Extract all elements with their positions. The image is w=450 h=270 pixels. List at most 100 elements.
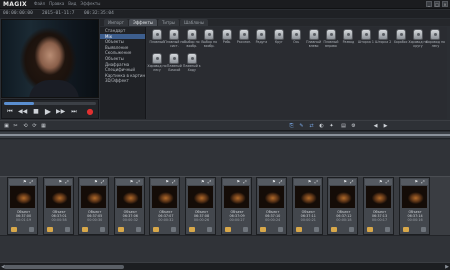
clip-header-icons[interactable]: ⚑ ⤢ bbox=[258, 179, 286, 185]
preview-scrubber[interactable] bbox=[4, 102, 96, 105]
clip-effect-badge-icon[interactable] bbox=[331, 227, 338, 232]
scroll-thumb[interactable] bbox=[4, 265, 124, 269]
toolbar-tool-icon[interactable]: ⟲ bbox=[22, 123, 29, 130]
clip-settings-icon[interactable] bbox=[29, 227, 34, 232]
menu-item-effects[interactable]: Эффекты bbox=[80, 1, 100, 6]
clip-settings-icon[interactable] bbox=[278, 227, 284, 232]
rewind-button[interactable]: ◀◀ bbox=[18, 108, 27, 116]
tab-templates[interactable]: Шаблоны bbox=[180, 19, 209, 26]
tab-titles[interactable]: Титры bbox=[157, 19, 180, 26]
clip-settings-icon[interactable] bbox=[420, 227, 426, 232]
clip-settings-icon[interactable] bbox=[313, 227, 319, 232]
clip-effect-badge-icon[interactable] bbox=[11, 227, 17, 232]
effect-tile[interactable]: Плавный Бочкой bbox=[166, 52, 182, 74]
clip-settings-icon[interactable] bbox=[171, 227, 177, 232]
minimize-button[interactable]: _ bbox=[426, 1, 432, 7]
toolbar-tool-icon[interactable]: ◐ bbox=[318, 123, 325, 130]
storyboard-clip[interactable]: ⚑ ⤢ Объект 06:37:09 00:00:27 bbox=[220, 177, 252, 235]
effect-tile[interactable]: Развод bbox=[340, 28, 356, 50]
storyboard-clip[interactable]: ⚑ ⤢ Объект 06:37:05 00:00:30 bbox=[78, 177, 110, 235]
storyboard-clip[interactable]: ⚑ ⤢ Объект 06:37:06 00:00:32 bbox=[113, 177, 145, 235]
close-button[interactable]: × bbox=[442, 1, 448, 7]
toolbar-tool-icon[interactable]: ✂ bbox=[12, 123, 19, 130]
timeline-ruler[interactable] bbox=[0, 132, 450, 139]
effect-tile[interactable]: Выбор по вхобр. bbox=[184, 28, 200, 50]
effect-tile[interactable]: Радуга bbox=[253, 28, 269, 50]
tab-effects[interactable]: Эффекты bbox=[128, 19, 157, 26]
clip-header-icons[interactable]: ⚑ ⤢ bbox=[365, 179, 392, 185]
menu-item-file[interactable]: Файл bbox=[34, 1, 45, 6]
toolbar-tool-icon[interactable]: ⇄ bbox=[308, 123, 315, 130]
menu-item-view[interactable]: Вид bbox=[68, 1, 76, 6]
clip-effect-badge-icon[interactable] bbox=[153, 227, 160, 232]
clip-effect-badge-icon[interactable] bbox=[117, 227, 124, 232]
prev-marker-button[interactable]: ⏮ bbox=[6, 108, 14, 116]
clip-settings-icon[interactable] bbox=[242, 227, 248, 232]
storyboard-clip[interactable]: ⚑ ⤢ Объект 06:37:07 00:00:32 bbox=[149, 177, 181, 235]
toolbar-tool-icon[interactable]: ✎ bbox=[298, 123, 305, 130]
effect-tile[interactable]: Шторка 1 bbox=[358, 28, 374, 50]
clip-header-icons[interactable]: ⚑ ⤢ bbox=[293, 179, 321, 185]
toolbar-tool-icon[interactable]: ▦ bbox=[40, 123, 47, 130]
storyboard-clip[interactable]: ⚑ ⤢ Объект 06:37:11 00:00:21 bbox=[291, 177, 323, 235]
video-preview[interactable] bbox=[1, 19, 99, 98]
tab-import[interactable]: Импорт bbox=[104, 19, 128, 26]
effect-tile[interactable]: Ось bbox=[288, 28, 304, 50]
clip-effect-badge-icon[interactable] bbox=[367, 227, 373, 232]
effect-tile[interactable]: Хоровод по лесу bbox=[147, 52, 167, 74]
category-item[interactable]: 3D/Эффект bbox=[100, 78, 145, 84]
clip-header-icons[interactable]: ⚑ ⤢ bbox=[151, 179, 179, 185]
effect-tile[interactable]: Хорабос bbox=[393, 28, 409, 50]
storyboard-clip[interactable]: ⚑ ⤢ Объект 06:37:01 00:00:58 bbox=[42, 177, 74, 235]
next-marker-button[interactable]: ⏭ bbox=[70, 108, 78, 116]
clip-effect-badge-icon[interactable] bbox=[260, 227, 267, 232]
effect-tile[interactable]: Плавный по сист. bbox=[164, 28, 184, 50]
toolbar-tool-icon[interactable]: ◀ bbox=[372, 123, 379, 130]
clip-settings-icon[interactable] bbox=[385, 227, 390, 232]
clip-header-icons[interactable]: ⚑ ⤢ bbox=[80, 179, 108, 185]
clip-header-icons[interactable]: ⚑ ⤢ bbox=[187, 179, 214, 185]
effect-tile[interactable]: Круг bbox=[271, 28, 287, 50]
record-button[interactable]: ● bbox=[86, 108, 94, 116]
clip-header-icons[interactable]: ⚑ ⤢ bbox=[329, 179, 357, 185]
toolbar-tool-icon[interactable]: ▶ bbox=[382, 123, 389, 130]
toolbar-tool-icon[interactable]: ▤ bbox=[340, 123, 347, 130]
effect-tile[interactable]: Хоровод по лесу bbox=[426, 28, 445, 50]
toolbar-tool-icon[interactable]: ⎘ bbox=[288, 123, 295, 130]
clip-header-icons[interactable]: ⚑ ⤢ bbox=[44, 179, 72, 185]
clip-settings-icon[interactable] bbox=[349, 227, 355, 232]
stop-button[interactable]: ■ bbox=[32, 108, 40, 116]
effect-tile[interactable]: Выбор по вхобр. bbox=[201, 28, 217, 50]
clip-effect-badge-icon[interactable] bbox=[224, 227, 231, 232]
toolbar-tool-icon[interactable]: ▣ bbox=[3, 123, 10, 130]
effect-tile[interactable]: Рябь bbox=[219, 28, 235, 50]
effect-tile[interactable]: Плавный bbox=[149, 28, 165, 50]
effect-tile[interactable]: Плавный к Ходу bbox=[183, 52, 201, 74]
menu-item-edit[interactable]: Правка bbox=[49, 1, 64, 6]
effect-tile[interactable]: Рассеян. bbox=[236, 28, 252, 50]
storyboard-clip[interactable]: ⚑ ⤢ Объект 06:37:12 00:00:18 bbox=[327, 177, 359, 235]
effect-tile[interactable]: Плавный вправо bbox=[323, 28, 339, 50]
clip-settings-icon[interactable] bbox=[207, 227, 212, 232]
clip-effect-badge-icon[interactable] bbox=[295, 227, 302, 232]
horizontal-scrollbar[interactable]: ◀ ▶ bbox=[0, 262, 450, 270]
clip-effect-badge-icon[interactable] bbox=[46, 227, 53, 232]
fast-forward-button[interactable]: ▶▶ bbox=[56, 108, 65, 116]
clip-header-icons[interactable]: ⚑ ⤢ bbox=[9, 179, 36, 185]
effect-tile[interactable]: Шторка 2 bbox=[375, 28, 391, 50]
clip-settings-icon[interactable] bbox=[100, 227, 106, 232]
effect-tile[interactable]: Плавный влево bbox=[306, 28, 322, 50]
maximize-button[interactable]: □ bbox=[434, 1, 440, 7]
clip-effect-badge-icon[interactable] bbox=[82, 227, 89, 232]
clip-effect-badge-icon[interactable] bbox=[189, 227, 195, 232]
clip-settings-icon[interactable] bbox=[64, 227, 70, 232]
storyboard-clip[interactable]: ⚑ ⤢ Объект 06:37:13 00:00:17 bbox=[363, 177, 394, 235]
scroll-right-arrow[interactable]: ▶ bbox=[444, 264, 450, 270]
clip-effect-badge-icon[interactable] bbox=[402, 227, 409, 232]
storyboard-clip[interactable]: ⚑ ⤢ Объект 06:37:14 00:00:16 bbox=[398, 177, 430, 235]
toolbar-tool-icon[interactable]: ⟳ bbox=[31, 123, 38, 130]
clip-header-icons[interactable]: ⚑ ⤢ bbox=[400, 179, 428, 185]
toolbar-tool-icon[interactable]: ✦ bbox=[328, 123, 335, 130]
clip-header-icons[interactable]: ⚑ ⤢ bbox=[115, 179, 143, 185]
storyboard-clip[interactable]: ⚑ ⤢ Объект 06:37:08 00:00:26 bbox=[185, 177, 216, 235]
